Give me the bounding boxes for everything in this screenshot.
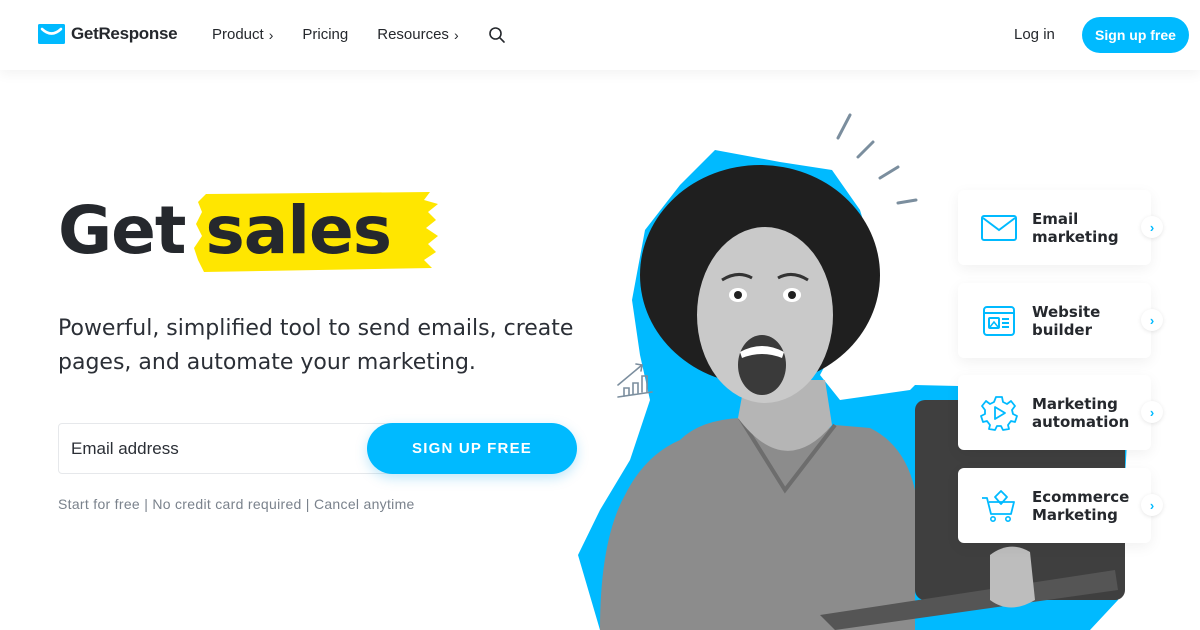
chevron-right-icon: › bbox=[453, 26, 459, 43]
signup-header-button[interactable]: Sign up free bbox=[1082, 17, 1189, 53]
brand-name: GetResponse bbox=[71, 24, 178, 43]
feature-card-website-builder[interactable]: Website builder › bbox=[958, 283, 1163, 358]
nav-pricing-label: Pricing bbox=[302, 26, 349, 43]
chevron-right-icon[interactable]: › bbox=[1141, 401, 1163, 423]
feature-card-label: Email marketing bbox=[1032, 209, 1119, 246]
feature-card-email-marketing[interactable]: Email marketing › bbox=[958, 190, 1163, 265]
hero-title-highlight-text: sales bbox=[205, 191, 392, 269]
website-builder-icon bbox=[983, 305, 1015, 336]
hero-title-highlight: sales bbox=[193, 191, 438, 272]
feature-card-ecommerce-marketing[interactable]: Ecommerce Marketing › bbox=[958, 468, 1163, 543]
chevron-right-icon: › bbox=[268, 26, 274, 43]
login-link[interactable]: Log in bbox=[1014, 26, 1055, 43]
nav-resources-label: Resources bbox=[377, 26, 449, 43]
email-input[interactable] bbox=[58, 423, 398, 474]
search-icon[interactable] bbox=[488, 26, 506, 44]
top-navigation: GetResponse Product › Pricing Resources … bbox=[0, 0, 1200, 70]
feature-card-label: Website builder bbox=[1032, 302, 1101, 339]
feature-card-marketing-automation[interactable]: Marketing automation › bbox=[958, 375, 1163, 450]
nav-product[interactable]: Product › bbox=[212, 26, 273, 43]
feature-card-label: Marketing automation bbox=[1032, 394, 1130, 431]
hero-subtitle: Powerful, simplified tool to send emails… bbox=[58, 316, 574, 375]
nav-resources[interactable]: Resources › bbox=[377, 26, 458, 43]
main-nav: Product › Pricing Resources › bbox=[212, 25, 506, 44]
nav-pricing[interactable]: Pricing bbox=[302, 26, 348, 43]
brand-logo[interactable]: GetResponse bbox=[38, 24, 178, 44]
sparkle-lines-decoration bbox=[836, 113, 918, 205]
chevron-right-icon[interactable]: › bbox=[1141, 309, 1163, 331]
chevron-right-icon[interactable]: › bbox=[1141, 216, 1163, 238]
feature-card-label: Ecommerce Marketing bbox=[1032, 487, 1130, 524]
signup-fineprint: Start for free | No credit card required… bbox=[58, 496, 415, 512]
shopping-cart-icon bbox=[982, 489, 1015, 522]
nav-product-label: Product bbox=[212, 26, 264, 43]
gear-play-icon bbox=[980, 395, 1018, 431]
logo-envelope-icon bbox=[38, 24, 65, 44]
hero-title-plain: Get bbox=[58, 191, 186, 269]
signup-free-button[interactable]: SIGN UP FREE bbox=[367, 423, 577, 474]
hero-illustration bbox=[570, 100, 1200, 630]
envelope-icon bbox=[981, 214, 1017, 241]
chevron-right-icon[interactable]: › bbox=[1141, 494, 1163, 516]
person-open-mouth bbox=[738, 335, 786, 395]
hero-photo-composite bbox=[578, 113, 1130, 630]
hero-title: Get sales bbox=[58, 190, 438, 272]
signup-form: SIGN UP FREE bbox=[58, 423, 578, 474]
